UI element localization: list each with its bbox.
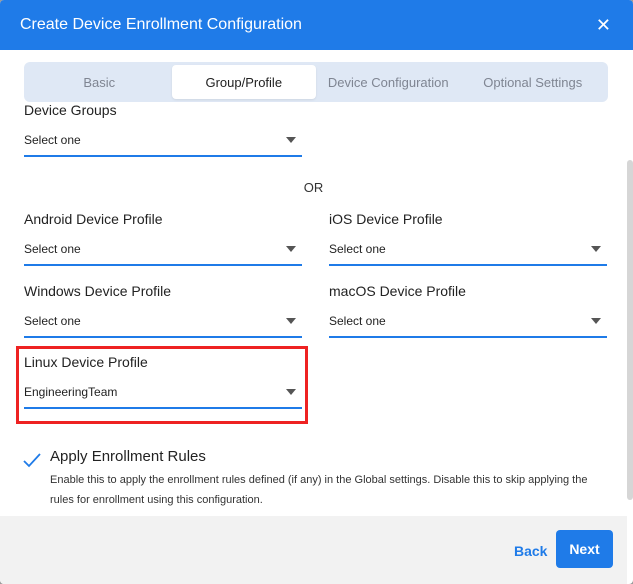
dialog-title: Create Device Enrollment Configuration	[20, 16, 302, 33]
caret-down-icon	[591, 246, 601, 252]
ios-profile-value: Select one	[329, 242, 386, 256]
device-groups-field: Device Groups Select one	[24, 102, 302, 157]
caret-down-icon	[286, 137, 296, 143]
caret-down-icon	[286, 246, 296, 252]
android-profile-select[interactable]: Select one	[24, 242, 302, 266]
enrollment-rules-title: Apply Enrollment Rules	[50, 448, 206, 465]
enrollment-dialog: Create Device Enrollment Configuration ✕…	[0, 0, 633, 584]
caret-down-icon	[286, 389, 296, 395]
linux-profile-field: Linux Device Profile EngineeringTeam	[24, 353, 302, 409]
linux-profile-label: Linux Device Profile	[24, 354, 148, 370]
windows-profile-field: Windows Device Profile Select one	[24, 282, 302, 338]
linux-profile-select[interactable]: EngineeringTeam	[24, 385, 302, 409]
caret-down-icon	[286, 318, 296, 324]
enrollment-rules: Apply Enrollment Rules Enable this to ap…	[22, 448, 612, 510]
tab-bar: Basic Group/Profile Device Configuration…	[24, 62, 608, 102]
tab-group-profile[interactable]: Group/Profile	[171, 65, 316, 99]
macos-profile-select[interactable]: Select one	[329, 314, 607, 338]
windows-profile-label: Windows Device Profile	[24, 283, 172, 299]
macos-profile-field: macOS Device Profile Select one	[329, 282, 607, 338]
windows-profile-value: Select one	[24, 314, 81, 328]
next-button[interactable]: Next	[556, 530, 613, 568]
windows-profile-select[interactable]: Select one	[24, 314, 302, 338]
enrollment-rules-description: Enable this to apply the enrollment rule…	[50, 474, 588, 506]
linux-profile-value: EngineeringTeam	[24, 385, 118, 399]
tab-device-configuration[interactable]: Device Configuration	[316, 65, 461, 99]
android-profile-value: Select one	[24, 242, 81, 256]
device-groups-select[interactable]: Select one	[24, 133, 302, 157]
caret-down-icon	[591, 318, 601, 324]
android-profile-field: Android Device Profile Select one	[24, 210, 302, 266]
android-profile-label: Android Device Profile	[24, 211, 163, 227]
scrollbar[interactable]	[627, 160, 633, 500]
back-button[interactable]: Back	[514, 543, 547, 559]
tab-optional-settings[interactable]: Optional Settings	[461, 65, 606, 99]
ios-profile-field: iOS Device Profile Select one	[329, 210, 607, 266]
ios-profile-select[interactable]: Select one	[329, 242, 607, 266]
device-groups-label: Device Groups	[24, 102, 117, 118]
device-groups-value: Select one	[24, 133, 81, 147]
macos-profile-value: Select one	[329, 314, 386, 328]
or-separator: OR	[303, 180, 324, 195]
form-content: Device Groups Select one OR Android Devi…	[0, 102, 627, 516]
checkmark-icon[interactable]	[22, 452, 42, 468]
close-icon[interactable]: ✕	[596, 16, 613, 34]
dialog-header: Create Device Enrollment Configuration ✕	[0, 0, 633, 50]
macos-profile-label: macOS Device Profile	[329, 283, 466, 299]
tab-basic[interactable]: Basic	[27, 65, 172, 99]
ios-profile-label: iOS Device Profile	[329, 211, 443, 227]
